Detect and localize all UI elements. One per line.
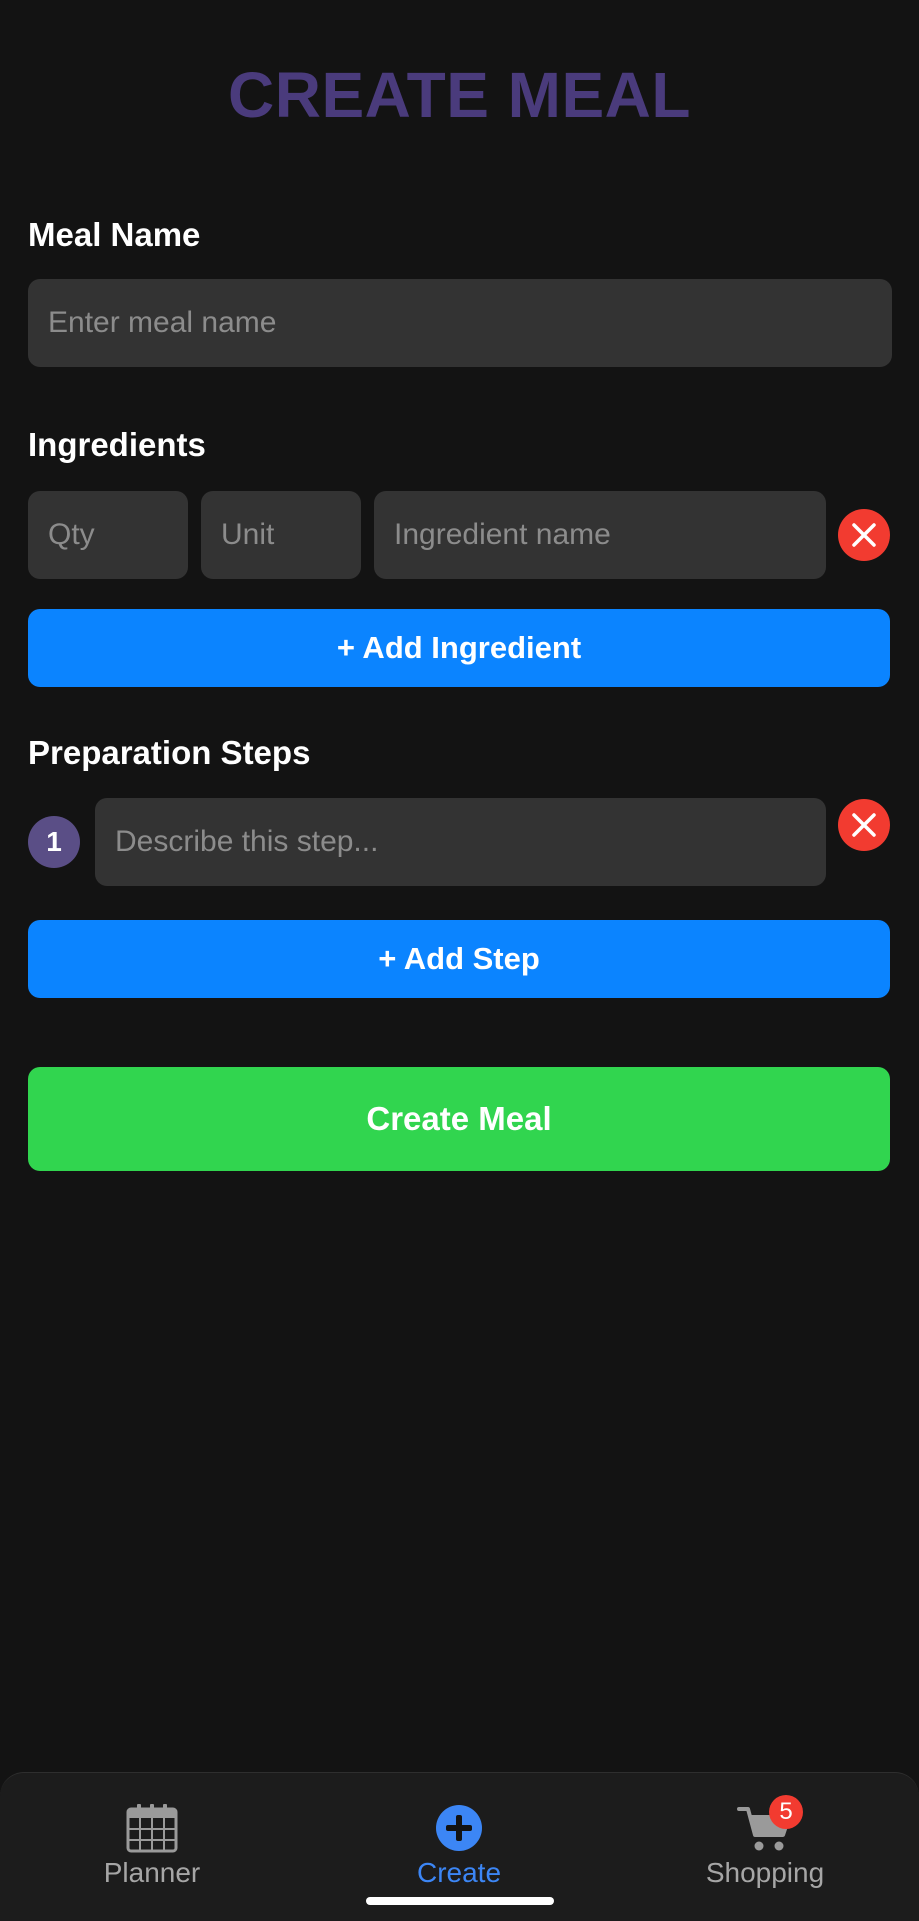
tab-create[interactable]: Create	[339, 1773, 579, 1893]
close-icon	[852, 523, 876, 547]
step-description-input[interactable]	[115, 798, 826, 886]
remove-step-button[interactable]	[838, 799, 890, 851]
tab-planner[interactable]: Planner	[32, 1773, 272, 1893]
ingredient-qty-field[interactable]	[28, 491, 188, 579]
ingredient-unit-field[interactable]	[201, 491, 361, 579]
remove-ingredient-button[interactable]	[838, 509, 890, 561]
tab-shopping[interactable]: 5 Shopping	[645, 1773, 885, 1893]
close-icon	[852, 813, 876, 837]
ingredient-name-field[interactable]	[374, 491, 826, 579]
tab-planner-label: Planner	[103, 1857, 201, 1888]
meal-name-field[interactable]	[28, 279, 892, 367]
add-ingredient-button[interactable]: + Add Ingredient	[28, 609, 890, 687]
preparation-steps-label: Preparation Steps	[28, 734, 311, 771]
create-meal-screen: CREATE MEAL Meal Name Ingredients + Add …	[0, 0, 919, 1921]
ingredient-name-input[interactable]	[394, 491, 826, 579]
cart-icon: 5	[737, 1795, 803, 1855]
meal-name-input[interactable]	[48, 279, 892, 367]
step-number-badge: 1	[28, 816, 80, 868]
ingredient-qty-input[interactable]	[48, 491, 188, 579]
plus-circle-icon	[435, 1801, 483, 1855]
step-description-field[interactable]	[95, 798, 826, 886]
shopping-count-badge: 5	[769, 1795, 803, 1829]
home-indicator	[366, 1897, 554, 1905]
ingredient-unit-input[interactable]	[221, 491, 361, 579]
calendar-icon	[126, 1801, 178, 1855]
ingredients-label: Ingredients	[28, 426, 206, 463]
add-step-button[interactable]: + Add Step	[28, 920, 890, 998]
tab-shopping-label: Shopping	[705, 1857, 825, 1888]
tab-create-label: Create	[416, 1857, 502, 1888]
create-meal-button[interactable]: Create Meal	[28, 1067, 890, 1171]
page-title: CREATE MEAL	[228, 59, 691, 131]
meal-name-label: Meal Name	[28, 216, 201, 253]
